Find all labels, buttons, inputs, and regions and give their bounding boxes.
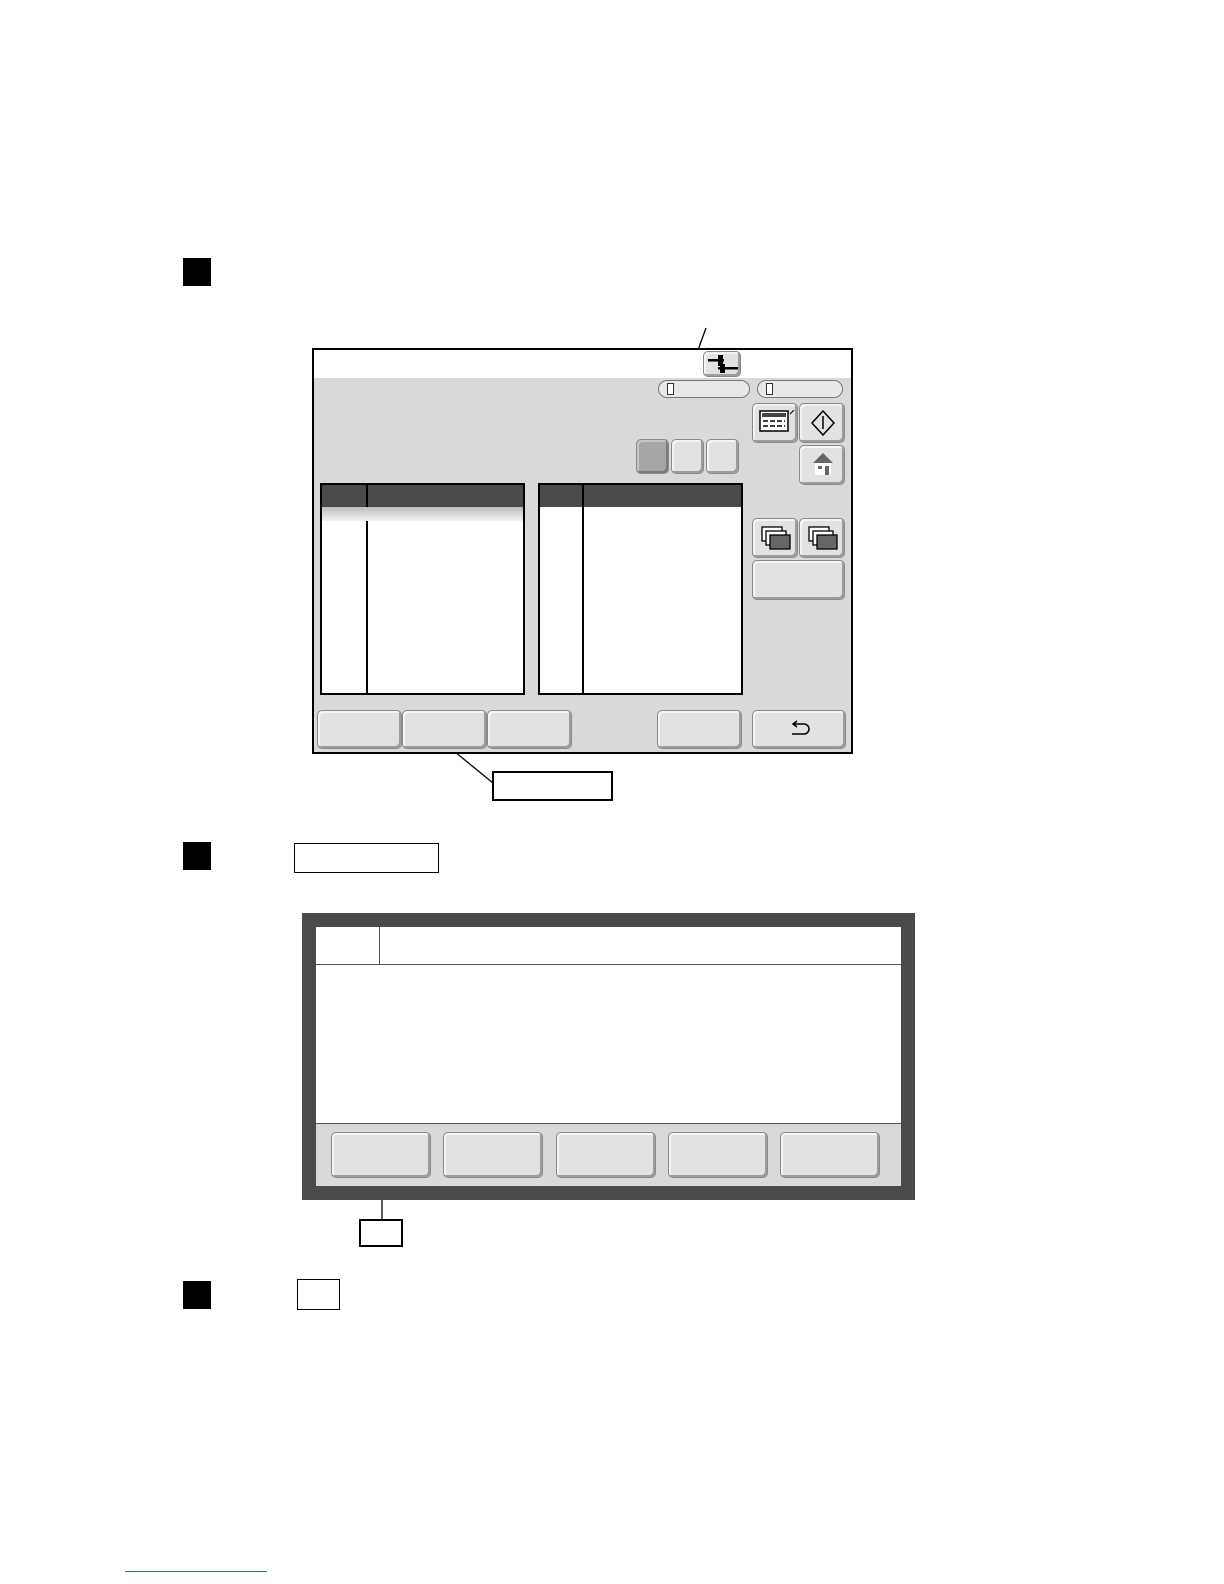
bottom-button-1[interactable] — [317, 710, 402, 749]
table-right — [538, 483, 743, 695]
window-stack-icon — [808, 526, 838, 552]
table-left-row-highlight[interactable] — [322, 507, 523, 521]
dialog-panel — [316, 927, 901, 1186]
status-pill-2 — [757, 380, 843, 398]
selector-button-1[interactable] — [636, 439, 669, 474]
dialog-button-5[interactable] — [780, 1132, 880, 1178]
display-panel-button[interactable] — [752, 403, 798, 443]
dialog-button-2[interactable] — [443, 1132, 543, 1178]
display-panel-icon — [759, 410, 795, 432]
table-right-header — [540, 485, 741, 507]
main-screen — [312, 348, 853, 754]
start-button[interactable] — [799, 403, 845, 443]
dialog-button-4[interactable] — [668, 1132, 768, 1178]
callout-screen1-bottom — [492, 771, 613, 801]
back-button[interactable] — [752, 710, 846, 749]
bottom-button-3[interactable] — [487, 710, 572, 749]
gauge-indicator-icon — [667, 383, 674, 395]
window-stack-button-1[interactable] — [752, 518, 798, 558]
table-left — [320, 483, 525, 695]
dialog-header-code — [316, 927, 380, 965]
callout-screen2-bottom — [359, 1219, 403, 1247]
tool-icon — [708, 355, 738, 375]
dialog-header — [316, 927, 901, 965]
start-diamond-icon — [811, 410, 835, 436]
title-bar — [314, 350, 851, 378]
bottom-button-4[interactable] — [657, 710, 742, 749]
selector-button-2[interactable] — [671, 439, 704, 474]
table-right-divider — [582, 485, 584, 693]
home-button[interactable] — [799, 445, 845, 485]
status-pill-1 — [658, 380, 750, 398]
dialog-footer — [316, 1123, 901, 1186]
table-left-header — [322, 485, 523, 507]
footer-link[interactable] — [125, 1556, 267, 1572]
window-stack-button-2[interactable] — [799, 518, 845, 558]
home-icon — [811, 452, 835, 478]
dialog-button-3[interactable] — [556, 1132, 656, 1178]
return-arrow-icon — [788, 720, 812, 738]
callout-step3-inline — [297, 1279, 340, 1310]
callout-step2-inline — [294, 843, 439, 873]
bottom-button-2[interactable] — [402, 710, 487, 749]
window-stack-icon — [761, 526, 791, 552]
dialog-button-1[interactable] — [331, 1132, 431, 1178]
tool-button[interactable] — [703, 351, 741, 377]
side-wide-button[interactable] — [752, 560, 845, 600]
selector-button-3[interactable] — [706, 439, 739, 474]
dialog-screen — [302, 913, 915, 1200]
gauge-indicator-icon — [766, 383, 773, 395]
